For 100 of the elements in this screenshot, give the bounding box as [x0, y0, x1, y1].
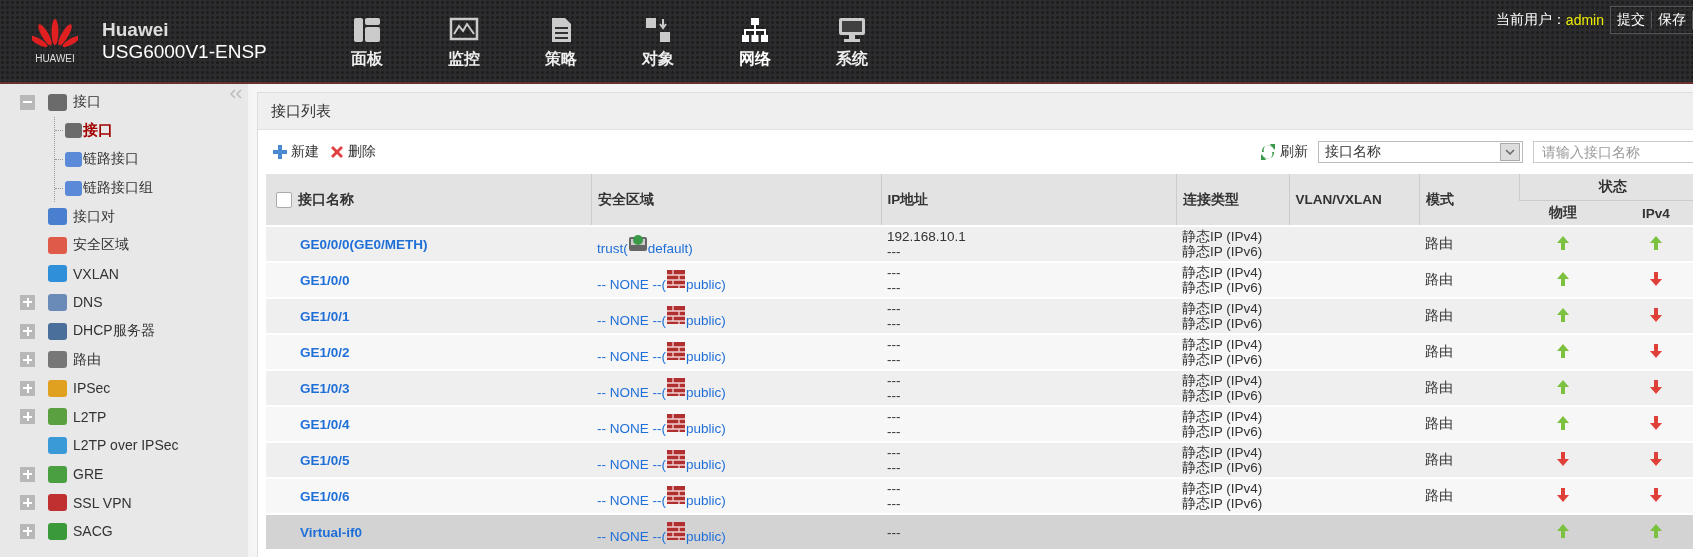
ip-address: ---: [887, 244, 902, 259]
ip-address: ---: [887, 524, 902, 540]
sidebar-item[interactable]: L2TP: [73, 408, 107, 425]
connection-type: 静态IP (IPv4): [1182, 481, 1264, 496]
select-all-checkbox[interactable]: [276, 191, 292, 208]
firewall-icon: [666, 268, 686, 289]
refresh-icon: [1259, 143, 1277, 161]
panel-title: 接口列表: [271, 101, 331, 121]
nav-tab[interactable]: 对象: [609, 12, 706, 70]
connection-type: 静态IP (IPv6): [1182, 496, 1264, 511]
device-model: USG6000V1-ENSP: [102, 41, 268, 63]
interface-link[interactable]: GE1/0/5: [272, 452, 350, 468]
expand-toggle[interactable]: [20, 294, 35, 310]
expand-toggle[interactable]: [20, 323, 35, 339]
ip-address: ---: [887, 496, 902, 511]
delete-button[interactable]: 删除: [329, 143, 376, 161]
dashboard-icon: [351, 16, 382, 43]
expand-toggle[interactable]: [20, 352, 35, 368]
interface-link[interactable]: GE1/0/2: [272, 344, 350, 360]
nav-tab[interactable]: 系统: [803, 12, 900, 70]
column-header: IPv4: [1606, 200, 1693, 226]
table-row[interactable]: GE1/0/6 -- NONE --( public) --- --- 静态IP (IPv4) 静态IP (IPv6) 路由: [266, 478, 1693, 514]
mode-text: 路由: [1425, 380, 1453, 395]
sidebar-item[interactable]: 路由: [73, 350, 101, 369]
ip-address: ---: [887, 301, 902, 316]
nav-tab[interactable]: 监控: [415, 12, 512, 70]
sidebar-item[interactable]: GRE: [73, 466, 104, 482]
expand-toggle[interactable]: [20, 523, 35, 539]
device-icon: [627, 232, 648, 253]
sidebar-item[interactable]: L2TP over IPSec: [73, 437, 179, 454]
expand-toggle[interactable]: [20, 94, 35, 110]
connection-type: 静态IP (IPv6): [1182, 316, 1264, 331]
new-button[interactable]: 新建: [272, 143, 319, 161]
network-icon: [739, 16, 770, 43]
menu-icon: [48, 293, 67, 311]
ip-address: 192.168.10.1: [887, 229, 967, 244]
menu-icon: [65, 152, 82, 167]
firewall-icon: [666, 484, 686, 505]
mode-text: 路由: [1425, 344, 1453, 359]
sidebar-item[interactable]: 链路接口组: [83, 179, 153, 198]
menu-icon: [48, 351, 67, 369]
interface-link[interactable]: GE1/0/6: [272, 488, 350, 504]
menu-icon: [65, 180, 82, 196]
sidebar-item[interactable]: 接口: [83, 121, 113, 141]
firewall-icon: [666, 520, 686, 541]
mode-text: 路由: [1425, 272, 1453, 287]
ip-address: ---: [887, 316, 902, 331]
search-field[interactable]: 请输入接口名称: [1533, 141, 1693, 163]
table-row[interactable]: GE1/0/2 -- NONE --( public) --- --- 静态IP (IPv4) 静态IP (IPv6) 路由: [266, 334, 1693, 370]
dropdown-icon: [1500, 143, 1520, 161]
firewall-icon: [666, 376, 686, 397]
ip-address: ---: [887, 337, 902, 352]
table-row[interactable]: GE1/0/5 -- NONE --( public) --- --- 静态IP (IPv4) 静态IP (IPv6) 路由: [266, 442, 1693, 478]
ip-address: ---: [887, 352, 902, 367]
connection-type: 静态IP (IPv4): [1182, 373, 1264, 388]
table-row[interactable]: GE1/0/4 -- NONE --( public) --- --- 静态IP (IPv4) 静态IP (IPv6) 路由: [266, 406, 1693, 442]
connection-type: 静态IP (IPv4): [1182, 337, 1264, 352]
sidebar-item[interactable]: SSL VPN: [73, 494, 132, 511]
filter-dropdown[interactable]: 接口名称: [1318, 141, 1523, 163]
sidebar-item[interactable]: DNS: [73, 294, 103, 311]
sidebar-item[interactable]: DHCP服务器: [73, 322, 155, 341]
collapse-icon[interactable]: [230, 89, 242, 99]
table-row[interactable]: GE1/0/0 -- NONE --( public) --- --- 静态IP (IPv4) 静态IP (IPv6) 路由: [266, 262, 1693, 298]
user-name: admin: [1565, 12, 1604, 28]
chart-icon: [448, 16, 479, 43]
expand-toggle[interactable]: [20, 409, 35, 425]
interface-link[interactable]: GE1/0/4: [272, 416, 350, 432]
sidebar-item[interactable]: 安全区域: [73, 236, 129, 255]
column-header: VLAN/VXLAN: [1289, 174, 1419, 226]
menu-icon: [48, 465, 67, 483]
brand-name: Huawei: [102, 19, 170, 41]
sidebar-item[interactable]: VXLAN: [73, 265, 119, 282]
menu-icon: [48, 379, 67, 397]
header-button[interactable]: 提交: [1611, 11, 1652, 29]
sidebar-item[interactable]: IPSec: [73, 380, 111, 397]
column-header: 接口名称: [298, 190, 354, 209]
interface-link[interactable]: GE1/0/3: [272, 380, 350, 396]
expand-toggle[interactable]: [20, 380, 35, 396]
nav-tab[interactable]: 网络: [706, 12, 803, 70]
expand-toggle[interactable]: [20, 466, 35, 482]
connection-type: 静态IP (IPv6): [1182, 424, 1264, 439]
connection-type: 静态IP (IPv6): [1182, 280, 1264, 295]
ip-address: ---: [887, 280, 902, 295]
interface-link[interactable]: GE1/0/0: [272, 272, 350, 288]
nav-tab[interactable]: 策略: [512, 12, 609, 70]
header-button[interactable]: 保存: [1652, 11, 1693, 29]
table-row[interactable]: GE0/0/0(GE0/METH) trust( default) 192.168.10.1 --- 静态IP (IPv4) 静态IP (IPv6) 路由: [266, 226, 1693, 262]
table-row[interactable]: GE1/0/1 -- NONE --( public) --- --- 静态IP (IPv4) 静态IP (IPv6) 路由: [266, 298, 1693, 334]
expand-toggle[interactable]: [20, 495, 35, 511]
sidebar-item[interactable]: 链路接口: [83, 150, 139, 169]
sidebar-item[interactable]: SACG: [73, 523, 113, 540]
interface-link[interactable]: GE1/0/1: [272, 308, 350, 324]
delete-icon: [329, 144, 345, 160]
table-row[interactable]: GE1/0/3 -- NONE --( public) --- --- 静态IP (IPv4) 静态IP (IPv6) 路由: [266, 370, 1693, 406]
nav-tab[interactable]: 面板: [318, 12, 415, 70]
sidebar-item[interactable]: 接口: [73, 93, 101, 112]
sidebar-item[interactable]: 接口对: [73, 207, 115, 226]
refresh-button[interactable]: 刷新: [1259, 143, 1308, 161]
column-header: 连接类型: [1176, 174, 1289, 226]
menu-icon: [48, 236, 67, 254]
